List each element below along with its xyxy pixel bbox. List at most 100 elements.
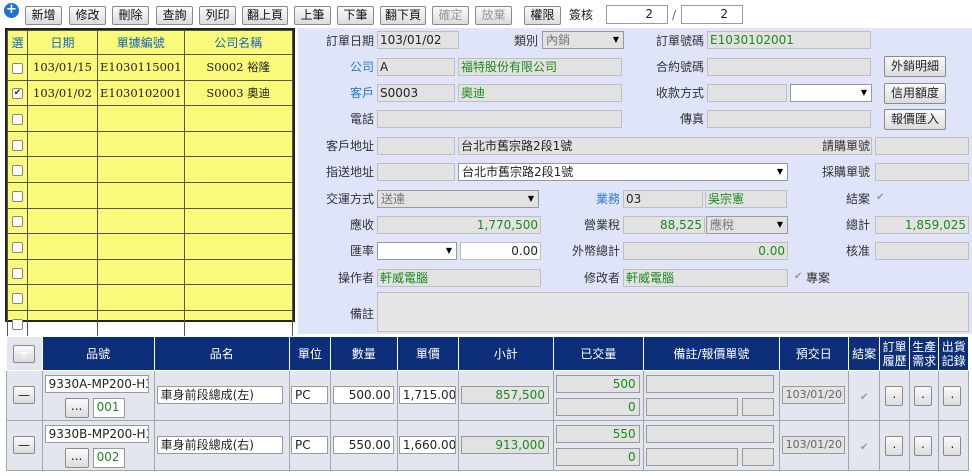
- item-seq-input[interactable]: 002: [92, 448, 125, 468]
- list-row-select[interactable]: [7, 156, 28, 183]
- list-row-select[interactable]: [7, 105, 28, 132]
- list-row-select[interactable]: ✔: [7, 79, 28, 107]
- item-seq-input[interactable]: 001: [92, 398, 125, 418]
- checkbox-icon[interactable]: [12, 267, 23, 279]
- part-browse-button[interactable]: ...: [64, 398, 89, 418]
- list-row[interactable]: [7, 233, 294, 260]
- checkbox-icon[interactable]: [12, 139, 23, 151]
- checkbox-icon[interactable]: [12, 113, 23, 125]
- list-row[interactable]: [7, 309, 294, 337]
- checkbox-icon[interactable]: [12, 293, 23, 305]
- cancel-button[interactable]: 放棄: [475, 6, 512, 25]
- order-date-field[interactable]: 103/01/02: [377, 31, 459, 49]
- confirm-button[interactable]: 確定: [432, 6, 469, 25]
- prev-record-button[interactable]: 上筆: [294, 6, 331, 25]
- list-row-select[interactable]: [7, 130, 28, 158]
- permission-button[interactable]: 權限: [524, 6, 561, 25]
- exchange-rate-field[interactable]: 0.00: [460, 242, 541, 260]
- company-code-field[interactable]: A: [377, 58, 455, 76]
- order-history-button[interactable]: .: [885, 436, 904, 456]
- item-quote-no-input[interactable]: [646, 448, 739, 466]
- new-button[interactable]: 新增: [25, 6, 62, 25]
- item-name-input[interactable]: 車身前段總成(右): [156, 436, 283, 454]
- checkbox-icon[interactable]: [12, 318, 23, 330]
- item-note-input[interactable]: [646, 425, 775, 443]
- ship-address-code[interactable]: [377, 163, 455, 181]
- customer-address-code[interactable]: [377, 137, 455, 155]
- item-price-input[interactable]: 1,660.000: [398, 436, 456, 454]
- list-row[interactable]: [7, 105, 294, 132]
- payment-code-field[interactable]: [707, 84, 787, 102]
- transport-select[interactable]: 送達 ▼: [377, 190, 539, 208]
- payment-select[interactable]: ▼: [790, 84, 872, 102]
- checkbox-icon[interactable]: [12, 190, 23, 202]
- next-record-button[interactable]: 下筆: [337, 6, 374, 25]
- list-row[interactable]: [7, 284, 294, 311]
- list-row[interactable]: [7, 207, 294, 235]
- checkbox-icon[interactable]: [12, 241, 23, 253]
- production-demand-button[interactable]: .: [913, 386, 932, 406]
- list-row-select[interactable]: [7, 54, 28, 81]
- contract-field[interactable]: [707, 58, 871, 76]
- item-quote-seq-input[interactable]: [742, 448, 775, 466]
- production-demand-button[interactable]: .: [913, 436, 932, 456]
- remove-row-button[interactable]: —: [13, 436, 35, 454]
- item-qty-input[interactable]: 500.00: [332, 386, 394, 404]
- list-row-select[interactable]: [7, 181, 28, 209]
- currency-select[interactable]: ▼: [377, 242, 457, 260]
- customer-label[interactable]: 客戶: [298, 83, 374, 103]
- export-detail-button[interactable]: 外銷明細: [884, 56, 946, 77]
- list-row[interactable]: [7, 130, 294, 158]
- item-qty-input[interactable]: 550.00: [332, 436, 394, 454]
- list-row-select[interactable]: [7, 233, 28, 260]
- checkbox-icon[interactable]: [12, 62, 23, 74]
- list-row-select[interactable]: [7, 258, 28, 286]
- item-unit-input[interactable]: PC: [290, 436, 328, 454]
- sales-label[interactable]: 業務: [542, 189, 620, 209]
- page-up-button[interactable]: 翻上頁: [242, 6, 288, 25]
- list-row[interactable]: 103/01/15 E1030115001 S0002 裕隆: [7, 54, 294, 81]
- print-button[interactable]: 列印: [199, 6, 236, 25]
- company-label[interactable]: 公司: [298, 57, 374, 77]
- edit-button[interactable]: 修改: [69, 6, 106, 25]
- project-checkbox[interactable]: ✔: [794, 271, 802, 282]
- note-field[interactable]: [377, 292, 969, 332]
- checked-checkbox-icon[interactable]: ✔: [12, 88, 23, 100]
- item-quote-no-input[interactable]: [646, 398, 739, 416]
- quote-import-button[interactable]: 報價匯入: [884, 109, 946, 130]
- shipping-record-button[interactable]: .: [943, 436, 962, 456]
- order-history-button[interactable]: .: [885, 386, 904, 406]
- query-button[interactable]: 查詢: [156, 6, 193, 25]
- list-row-select[interactable]: [7, 284, 28, 311]
- requisition-no-field[interactable]: [875, 137, 969, 155]
- item-note-input[interactable]: [646, 375, 775, 393]
- fax-field[interactable]: [707, 110, 871, 128]
- remove-row-button[interactable]: —: [13, 386, 35, 404]
- page-down-button[interactable]: 翻下頁: [380, 6, 426, 25]
- credit-limit-button[interactable]: 信用額度: [884, 83, 946, 104]
- item-due-input[interactable]: 103/01/20: [781, 386, 845, 404]
- type-select[interactable]: 內銷 ▼: [542, 31, 624, 49]
- ship-address-select[interactable]: 台北市舊宗路2段1號 ▼: [458, 163, 788, 181]
- sales-code-field[interactable]: 03: [623, 190, 703, 208]
- item-due-input[interactable]: 103/01/20: [781, 436, 845, 454]
- checkbox-icon[interactable]: [12, 216, 23, 228]
- shipping-record-button[interactable]: .: [943, 386, 962, 406]
- item-part-no-input[interactable]: 9330A-MP200-H3: [44, 375, 149, 393]
- list-row[interactable]: [7, 156, 294, 183]
- item-part-no-input[interactable]: 9330B-MP200-H3: [44, 425, 149, 443]
- sign-current-input[interactable]: 2: [606, 5, 668, 24]
- item-unit-input[interactable]: PC: [290, 386, 328, 404]
- list-row[interactable]: [7, 258, 294, 286]
- item-price-input[interactable]: 1,715.000: [398, 386, 456, 404]
- purchase-no-field[interactable]: [875, 163, 969, 181]
- list-row[interactable]: ✔ 103/01/02 E1030102001 S0003 奧迪: [7, 79, 294, 107]
- item-closed-checkbox[interactable]: ✔: [860, 392, 868, 403]
- delete-button[interactable]: 刪除: [112, 6, 149, 25]
- tax-type-select[interactable]: 應稅 ▼: [706, 216, 788, 234]
- item-closed-checkbox[interactable]: ✔: [860, 442, 868, 453]
- part-browse-button[interactable]: ...: [64, 448, 89, 468]
- add-circle-icon[interactable]: +: [4, 3, 19, 18]
- phone-field[interactable]: [377, 110, 622, 128]
- item-quote-seq-input[interactable]: [742, 398, 775, 416]
